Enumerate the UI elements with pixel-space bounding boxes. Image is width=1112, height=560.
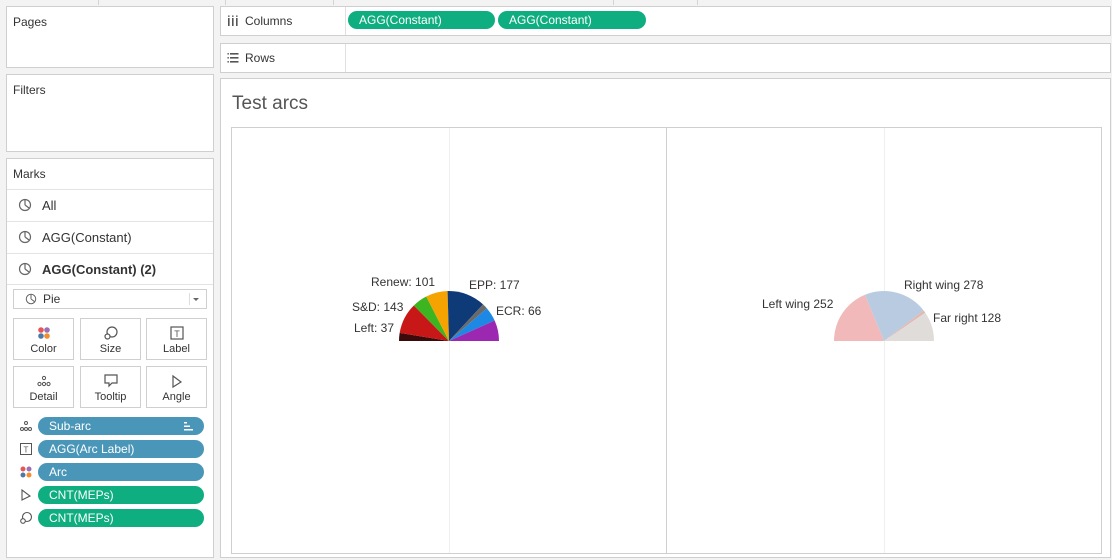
- color-button-label: Color: [30, 343, 57, 355]
- mark-type-dropdown[interactable]: Pie: [13, 289, 207, 309]
- detail-icon: [20, 421, 32, 431]
- field-pill-label: Arc: [49, 465, 67, 479]
- pane-left[interactable]: Renew: 101 EPP: 177 S&D: 143 ECR: 66 Lef…: [231, 127, 667, 554]
- pane-right[interactable]: Right wing 278 Left wing 252 Far right 1…: [666, 127, 1102, 554]
- label-button-label: Label: [163, 343, 190, 355]
- field-pill[interactable]: AGG(Arc Label): [38, 440, 204, 458]
- marks-title: Marks: [13, 167, 46, 181]
- tooltip-button-label: Tooltip: [94, 391, 127, 403]
- pie-icon: [18, 198, 32, 212]
- svg-text:T: T: [174, 329, 180, 339]
- tooltip-button[interactable]: Tooltip: [80, 366, 141, 408]
- filters-card[interactable]: Filters: [6, 74, 214, 152]
- angle-button[interactable]: Angle: [146, 366, 207, 408]
- color-icon: [20, 466, 32, 478]
- arc-chart-left[interactable]: [232, 128, 666, 553]
- pie-icon: [18, 262, 32, 276]
- marks-card: Marks All AGG(Constant) AGG(Constant) (2…: [6, 158, 214, 558]
- viz-area[interactable]: Test arcs Renew: 101 EPP: 177 S&D: 143 E…: [220, 78, 1111, 558]
- size-button-label: Size: [99, 343, 122, 355]
- field-row-arc[interactable]: Arc: [7, 462, 207, 482]
- field-pill[interactable]: Arc: [38, 463, 204, 481]
- marks-divider: [7, 284, 213, 285]
- field-pill[interactable]: Sub-arc: [38, 417, 204, 435]
- field-pill[interactable]: CNT(MEPs): [38, 509, 204, 527]
- pie-icon: [25, 293, 37, 305]
- rows-shelf[interactable]: Rows: [220, 43, 1111, 73]
- viz-title: Test arcs: [232, 93, 309, 114]
- size-button[interactable]: Size: [80, 318, 141, 360]
- shelf-divider: [345, 7, 346, 35]
- field-row-arc-label[interactable]: T AGG(Arc Label): [7, 439, 207, 459]
- field-pill-label: CNT(MEPs): [49, 488, 114, 502]
- angle-icon: [171, 374, 182, 389]
- marks-layer-agg-constant[interactable]: AGG(Constant): [7, 221, 213, 252]
- mark-type-label: Pie: [43, 292, 61, 306]
- label-icon: T: [20, 443, 32, 455]
- field-row-cnt-meps-angle[interactable]: CNT(MEPs): [7, 485, 207, 505]
- color-button[interactable]: Color: [13, 318, 74, 360]
- size-icon: [20, 511, 33, 524]
- sort-icon[interactable]: [184, 421, 194, 431]
- arc-label-renew: Renew: 101: [371, 275, 436, 289]
- rows-label-text: Rows: [245, 51, 276, 65]
- columns-pill-agg-constant-1[interactable]: AGG(Constant): [348, 11, 495, 29]
- columns-icon: [228, 15, 238, 26]
- chevron-down-icon: [189, 293, 202, 305]
- arc-label-left: Left: 37: [354, 321, 395, 335]
- columns-shelf-label: Columns: [227, 14, 292, 28]
- marks-layer-label: AGG(Constant): [42, 229, 132, 245]
- pages-title: Pages: [13, 15, 48, 29]
- field-pill-label: AGG(Arc Label): [49, 442, 135, 456]
- arc-label-right-wing: Right wing 278: [904, 278, 984, 292]
- marks-layer-all[interactable]: All: [7, 189, 213, 220]
- pages-card[interactable]: Pages: [6, 6, 214, 68]
- marks-layer-label: AGG(Constant) (2): [42, 261, 157, 277]
- tooltip-icon: [103, 374, 118, 388]
- field-row-cnt-meps-size[interactable]: CNT(MEPs): [7, 508, 207, 528]
- filters-title: Filters: [13, 83, 46, 97]
- columns-label-text: Columns: [245, 14, 293, 28]
- arc-label-far-right: Far right 128: [933, 311, 1002, 325]
- detail-icon: [36, 375, 51, 387]
- field-row-sub-arc[interactable]: Sub-arc: [7, 416, 207, 436]
- field-pill-label: CNT(MEPs): [49, 511, 114, 525]
- marks-layer-agg-constant-2[interactable]: AGG(Constant) (2): [7, 253, 213, 284]
- label-icon: T: [169, 326, 184, 340]
- detail-button-label: Detail: [29, 391, 58, 403]
- detail-button[interactable]: Detail: [13, 366, 74, 408]
- field-pill-label: Sub-arc: [49, 419, 92, 433]
- pie-icon: [18, 230, 32, 244]
- columns-pill-agg-constant-2[interactable]: AGG(Constant): [498, 11, 646, 29]
- shelf-divider: [345, 44, 346, 72]
- angle-icon: [21, 488, 32, 501]
- size-icon: [103, 326, 118, 340]
- svg-text:T: T: [24, 446, 29, 455]
- marks-layer-label: All: [42, 197, 57, 213]
- angle-button-label: Angle: [162, 391, 191, 403]
- color-icon: [37, 327, 50, 339]
- arc-label-ecr: ECR: 66: [496, 304, 542, 318]
- rows-icon: [227, 53, 239, 63]
- arc-label-sd: S&D: 143: [352, 300, 404, 314]
- arc-label-epp: EPP: 177: [469, 278, 520, 292]
- rows-shelf-label: Rows: [227, 51, 275, 65]
- label-button[interactable]: T Label: [146, 318, 207, 360]
- arc-label-left-wing: Left wing 252: [762, 297, 834, 311]
- arc-chart-right[interactable]: [667, 128, 1101, 553]
- columns-shelf[interactable]: Columns AGG(Constant) AGG(Constant): [220, 6, 1111, 36]
- field-pill[interactable]: CNT(MEPs): [38, 486, 204, 504]
